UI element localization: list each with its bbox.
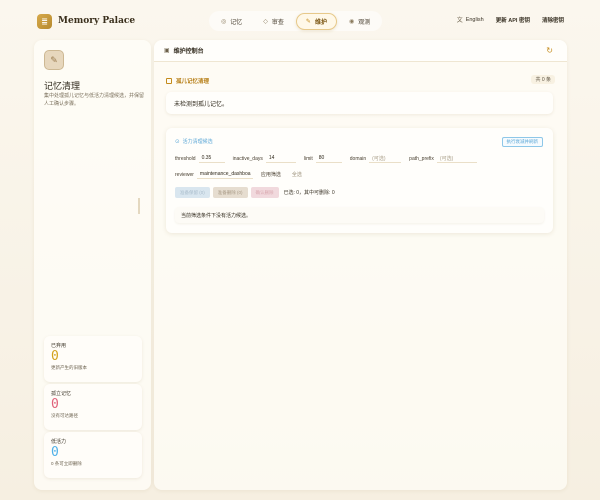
stat-card-orphans: 孤立记忆 0 没有可达路径	[44, 384, 142, 430]
stat-label: 已弃用	[51, 343, 67, 349]
selection-status: 已选: 0，其中可删除: 0	[283, 190, 335, 196]
console-icon: ▣	[164, 48, 170, 54]
reviewer-row: reviewer maintenance_dashboa 应用筛选 全选	[175, 170, 305, 179]
select-all-button[interactable]: 全选	[292, 171, 302, 178]
sidebar-description: 集中处理孤儿记忆与低活力清理候选，并保留人工确认步骤。	[44, 93, 145, 107]
sidebar: ✎ 记忆清理 集中处理孤儿记忆与低活力清理候选，并保留人工确认步骤。 已弃用 0…	[34, 40, 151, 490]
tab-maintenance[interactable]: ✎ 维护	[295, 12, 337, 30]
app-logo-icon: ≣	[37, 13, 52, 29]
top-bar: ≣ Memory Palace ◎ 记忆 ◇ 审查 ✎ 维护 ◉ 观测 文 En…	[0, 0, 600, 40]
tab-label: 维护	[314, 19, 327, 26]
main-panel: ▣ 维护控制台 ↻ 孤儿记忆清理 共 0 条 未检测到孤儿记忆。 ⊙ 活力清理候…	[154, 40, 567, 490]
stat-card-deprecated: 已弃用 0 更新产生的旧版本	[44, 336, 142, 382]
tab-observability[interactable]: ◉ 观测	[340, 13, 379, 30]
resize-handle[interactable]	[138, 198, 140, 214]
vitality-panel-header: ⊙ 活力清理候选	[175, 138, 213, 146]
confirm-delete-button[interactable]: 确认删除	[250, 187, 279, 198]
prepare-delete-button[interactable]: 准备删除 (0)	[212, 187, 248, 198]
language-switch[interactable]: 文 English	[456, 15, 484, 25]
stat-value: 0	[51, 397, 59, 412]
language-label: English	[465, 16, 484, 23]
threshold-label: threshold	[175, 155, 196, 162]
orphan-count-badge: 共 0 条	[531, 75, 555, 84]
reviewer-input[interactable]: maintenance_dashboa	[196, 170, 253, 179]
limit-input[interactable]: 80	[315, 154, 342, 163]
tab-label: 观测	[358, 19, 371, 26]
pulse-icon: ⊙	[175, 138, 180, 145]
database-icon: ◎	[221, 18, 227, 25]
page-title: 维护控制台	[173, 49, 204, 55]
action-row: 准备保留 (0) 准备删除 (0) 确认删除 已选: 0，其中可删除: 0	[175, 187, 335, 198]
inactive-days-input[interactable]: 14	[265, 154, 296, 163]
update-api-key-button[interactable]: 更新 API 密钥	[496, 16, 530, 24]
feather-icon: ✎	[44, 50, 64, 70]
vitality-panel-title: 活力清理候选	[182, 139, 213, 145]
filter-row: threshold 0.35 inactive_days 14 limit 80…	[175, 154, 477, 163]
brand[interactable]: ≣ Memory Palace	[37, 11, 135, 31]
domain-input[interactable]: (可选)	[369, 154, 402, 163]
stat-sub: 0 条可立即删除	[51, 461, 82, 466]
tab-memory[interactable]: ◎ 记忆	[212, 13, 251, 30]
stat-label: 低活力	[51, 439, 67, 445]
eye-icon: ◉	[348, 18, 355, 25]
stat-card-low-vitality: 低活力 0 0 条可立即删除	[44, 432, 142, 478]
orphan-empty-message: 未检测到孤儿记忆。	[166, 92, 553, 114]
tab-label: 记忆	[230, 19, 243, 26]
decay-refresh-button[interactable]: 执行衰减并刷新	[501, 137, 543, 147]
main-header: ▣ 维护控制台 ↻	[154, 40, 567, 62]
vitality-empty-message: 当前筛选条件下没有活力候选。	[175, 207, 544, 223]
threshold-input[interactable]: 0.35	[198, 154, 225, 163]
limit-label: limit	[303, 155, 313, 162]
header-actions: 文 English 更新 API 密钥 清除密钥	[456, 15, 564, 25]
apply-filter-button[interactable]: 应用筛选	[261, 171, 281, 178]
refresh-icon[interactable]: ↻	[546, 46, 553, 55]
app-name: Memory Palace	[58, 16, 136, 26]
stat-sub: 更新产生的旧版本	[51, 365, 87, 370]
clear-key-button[interactable]: 清除密钥	[542, 16, 564, 24]
translate-icon: 文	[456, 18, 463, 24]
sidebar-title: 记忆清理	[44, 82, 81, 92]
stat-value: 0	[51, 445, 59, 460]
domain-label: domain	[349, 155, 367, 162]
orphan-section-title: 孤儿记忆清理	[176, 79, 210, 85]
tab-label: 审查	[271, 19, 284, 26]
prepare-keep-button[interactable]: 准备保留 (0)	[175, 187, 210, 198]
orphan-section-header: 孤儿记忆清理 共 0 条	[166, 75, 555, 85]
stat-label: 孤立记忆	[51, 391, 72, 397]
reviewer-label: reviewer	[175, 171, 194, 178]
inactive-days-label: inactive_days	[232, 155, 263, 162]
path-prefix-input[interactable]: (可选)	[436, 154, 477, 163]
main-nav-tabs: ◎ 记忆 ◇ 审查 ✎ 维护 ◉ 观测	[209, 11, 383, 31]
shield-icon: ◇	[263, 18, 268, 25]
path-prefix-label: path_prefix	[409, 155, 434, 162]
tab-review[interactable]: ◇ 审查	[254, 13, 293, 30]
archive-icon	[166, 78, 172, 84]
stat-value: 0	[51, 349, 59, 364]
feather-icon: ✎	[305, 18, 311, 25]
stat-sub: 没有可达路径	[51, 413, 78, 418]
vitality-panel: ⊙ 活力清理候选 执行衰减并刷新 threshold 0.35 inactive…	[166, 128, 553, 233]
